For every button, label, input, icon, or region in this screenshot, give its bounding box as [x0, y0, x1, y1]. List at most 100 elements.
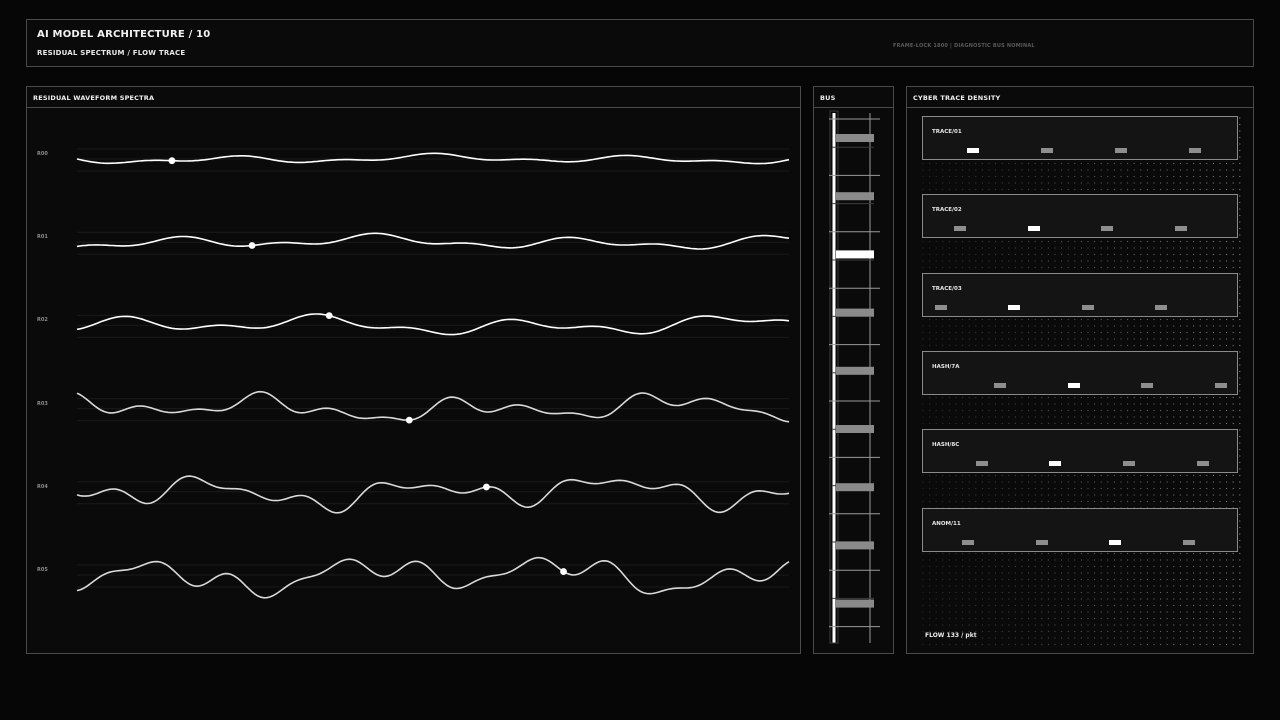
density-dot	[1041, 422, 1043, 425]
density-dot	[1226, 325, 1228, 327]
density-dot	[1206, 552, 1208, 555]
waveform-marker	[248, 242, 256, 249]
density-dot	[1179, 175, 1181, 178]
density-dot	[968, 604, 970, 607]
density-dot	[1034, 617, 1036, 620]
density-dot	[1153, 500, 1155, 503]
density-dot	[1028, 416, 1030, 418]
density-dot	[1047, 643, 1049, 646]
density-dot	[1054, 598, 1056, 600]
density-dot	[942, 338, 944, 340]
density-dot	[1133, 630, 1135, 633]
density-dot	[1239, 526, 1241, 529]
density-dot	[1160, 253, 1162, 256]
density-dot	[922, 416, 924, 418]
density-dot	[1008, 578, 1010, 581]
density-dot	[1226, 318, 1228, 321]
density-dot	[942, 188, 944, 191]
density-dot	[1008, 559, 1010, 561]
density-dot	[1113, 630, 1115, 633]
density-dot	[995, 494, 997, 496]
density-dot	[1061, 630, 1063, 633]
trace-marker	[962, 539, 974, 545]
density-dot	[1074, 403, 1076, 405]
density-dot	[1074, 585, 1076, 587]
density-dot	[1173, 552, 1175, 555]
density-dot	[1206, 559, 1208, 561]
density-dot	[1206, 578, 1208, 581]
density-dot	[1113, 169, 1115, 171]
density-dot	[1113, 643, 1115, 646]
density-dot	[975, 240, 977, 243]
density-dot	[922, 344, 924, 347]
density-dot	[1080, 474, 1082, 477]
density-dot	[1034, 643, 1036, 646]
density-dot	[1160, 260, 1162, 262]
density-dot	[1153, 637, 1155, 639]
density-dot	[962, 422, 964, 425]
density-dot	[1166, 474, 1168, 477]
density-dot	[1100, 396, 1102, 399]
density-dot	[1206, 591, 1208, 594]
density-dot	[1199, 240, 1201, 243]
density-dot	[1054, 500, 1056, 503]
density-dot	[1226, 416, 1228, 418]
density-dot	[1199, 578, 1201, 581]
density-dot	[1120, 474, 1122, 477]
density-dot	[1067, 253, 1069, 256]
density-dot	[1146, 422, 1148, 425]
density-dot	[1212, 338, 1214, 340]
density-dot	[981, 578, 983, 581]
density-dot	[1080, 559, 1082, 561]
density-dot	[1186, 338, 1188, 340]
density-dot	[948, 396, 950, 399]
density-dot	[1034, 409, 1036, 412]
density-dot	[1212, 175, 1214, 178]
density-dot	[1206, 182, 1208, 184]
trace-marker	[1183, 539, 1195, 545]
density-dot	[1153, 591, 1155, 594]
density-dot	[1212, 598, 1214, 600]
density-dot	[988, 552, 990, 555]
density-dot	[1074, 617, 1076, 620]
density-dot	[922, 604, 924, 607]
density-dot	[1100, 598, 1102, 600]
density-dot	[988, 188, 990, 191]
density-dot	[1127, 630, 1129, 633]
density-dot	[1166, 630, 1168, 633]
trace-marker	[1115, 148, 1127, 153]
density-dot	[1212, 182, 1214, 184]
density-dot	[1226, 175, 1228, 178]
density-dot	[995, 624, 997, 626]
density-dot	[1028, 325, 1030, 327]
density-dot	[975, 331, 977, 334]
density-dot	[1120, 500, 1122, 503]
density-dot	[968, 240, 970, 243]
density-dot	[1061, 624, 1063, 626]
density-dot	[1067, 578, 1069, 581]
density-dot	[1028, 338, 1030, 340]
density-dot	[1160, 175, 1162, 178]
density-dot	[995, 578, 997, 581]
density-dot	[1001, 396, 1003, 399]
density-dot	[1008, 266, 1010, 269]
density-dot	[1166, 403, 1168, 405]
density-dot	[1219, 162, 1221, 165]
density-dot	[1199, 494, 1201, 496]
density-dot	[1146, 318, 1148, 321]
density-dot	[1047, 260, 1049, 262]
density-dot	[981, 611, 983, 613]
density-dot	[1061, 643, 1063, 646]
trace-marker	[1141, 382, 1153, 388]
density-dot	[1054, 624, 1056, 626]
density-dot	[1186, 624, 1188, 626]
density-dot	[1107, 559, 1109, 561]
density-dot	[1008, 253, 1010, 256]
density-dot	[1146, 188, 1148, 191]
density-dot	[1146, 487, 1148, 490]
density-dot	[1179, 487, 1181, 490]
density-dot	[975, 422, 977, 425]
density-dot	[1014, 487, 1016, 490]
density-dot	[1028, 572, 1030, 574]
density-dot	[988, 494, 990, 496]
